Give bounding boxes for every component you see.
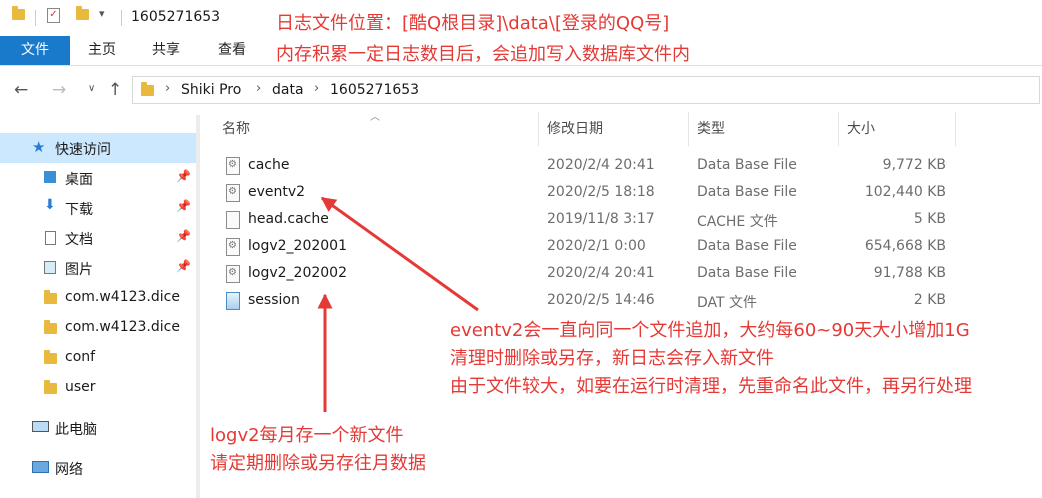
- annotation-logv2-line2: 请定期删除或另存往月数据: [210, 453, 426, 474]
- annotation-eventv2-line1: eventv2会一直向同一个文件追加，大约每60~90天大小增加1G: [450, 320, 970, 341]
- annotation-location: 日志文件位置：[酷Q根目录]\data\[登录的QQ号]: [276, 13, 670, 34]
- arrow-to-eventv2: [320, 196, 479, 312]
- annotation-eventv2-line2: 清理时删除或另存，新日志会存入新文件: [450, 348, 774, 369]
- annotation-arrows: [317, 196, 479, 412]
- annotation-append-note: 内存积累一定日志数目后，会追加写入数据库文件内: [276, 44, 690, 65]
- annotation-eventv2-line3: 由于文件较大，如要在运行时清理，先重命名此文件，再另行处理: [450, 376, 972, 397]
- annotation-logv2-line1: logv2每月存一个新文件: [210, 425, 404, 446]
